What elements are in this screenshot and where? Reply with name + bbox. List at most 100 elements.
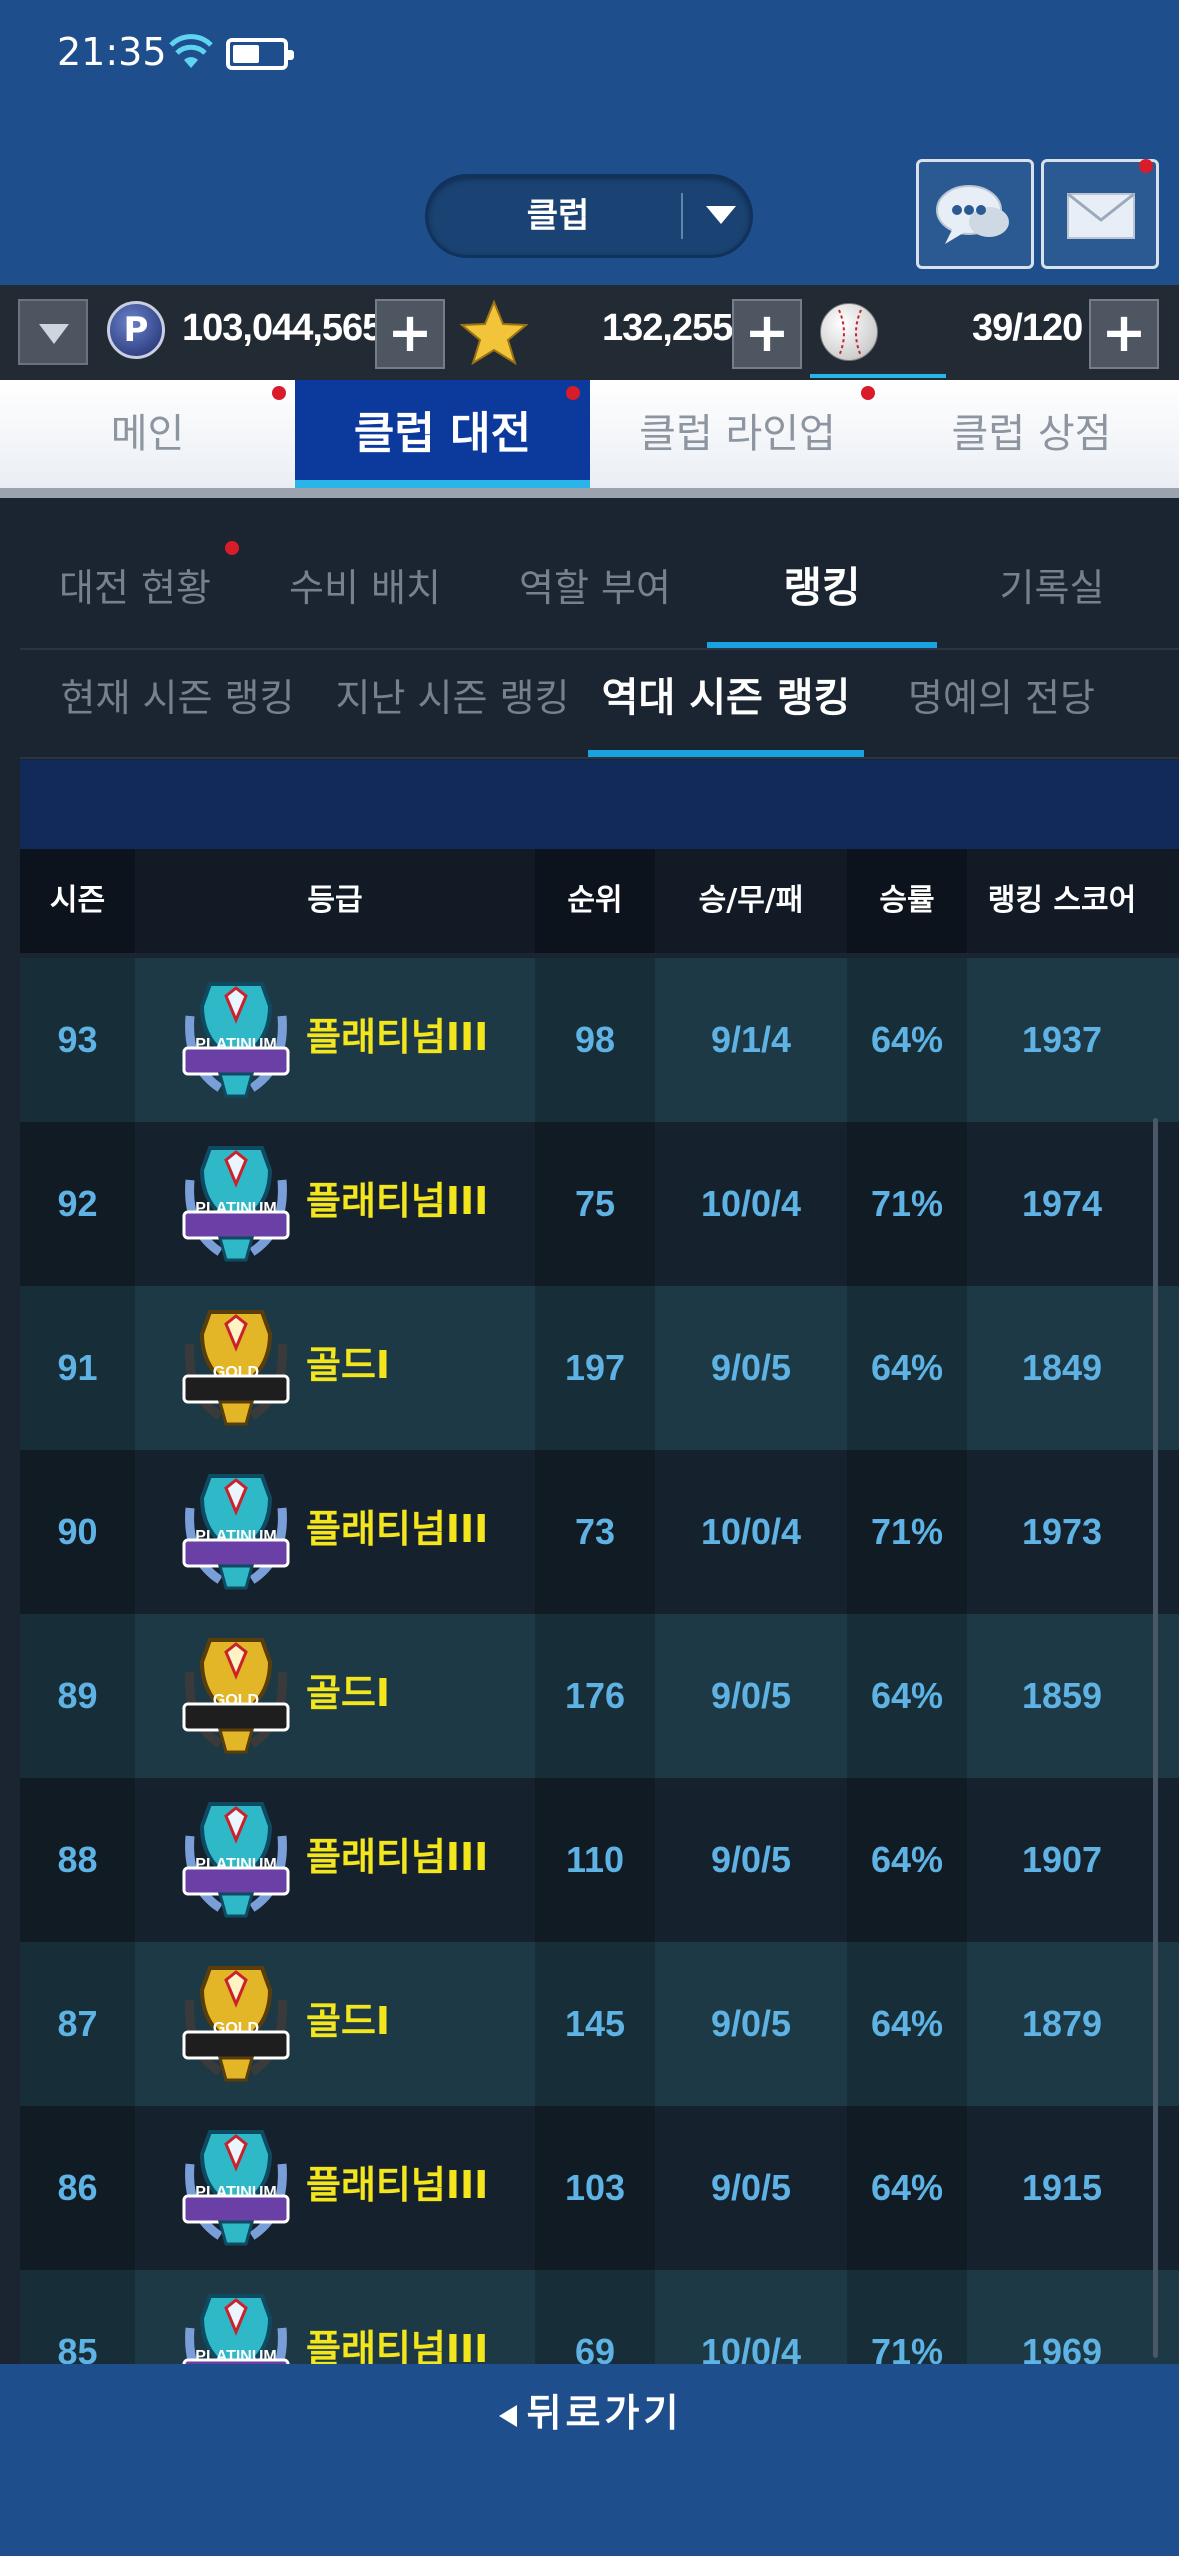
gold-emblem-icon: GOLD — [180, 1632, 292, 1760]
season-cell: 92 — [57, 1183, 98, 1224]
season-cell: 86 — [57, 2167, 98, 2208]
platinum-emblem-icon: PLATINUM — [180, 1140, 292, 1268]
ranking-score-cell: 1969 — [1021, 2331, 1103, 2364]
tab-club-battle[interactable]: 클럽 대전 — [295, 380, 590, 488]
tier-label: 골드I — [306, 1999, 391, 2043]
record-cell: 9/1/4 — [710, 1019, 792, 1060]
platinum-emblem-icon: PLATINUM — [180, 2124, 292, 2252]
star-icon — [459, 299, 529, 366]
tab-hall-of-fame[interactable]: 명예의 전당 — [864, 668, 1139, 758]
mail-button[interactable] — [1041, 159, 1159, 269]
subtab-records[interactable]: 기록실 — [937, 498, 1167, 648]
emblem-label: PLATINUM — [195, 1200, 277, 1217]
tier-label: 골드I — [306, 1671, 391, 1715]
emblem-label: PLATINUM — [195, 1528, 277, 1545]
table-scrollbar[interactable] — [1153, 1118, 1158, 2358]
subtab-role-assign[interactable]: 역할 부여 — [480, 498, 710, 648]
rank-cell: 176 — [564, 1675, 626, 1716]
tab-club-battle-notification-dot — [566, 386, 580, 400]
tab-main-label: 메인 — [110, 411, 185, 457]
add-balls-button[interactable]: + — [1089, 299, 1159, 369]
win-rate-cell: 71% — [870, 1183, 944, 1224]
table-row: 92 75 10/0/4 71% 1974 PLATINUM 플래티넘III — [20, 1122, 1179, 1286]
ranking-score-cell: 1849 — [1021, 1347, 1103, 1388]
table-row: 88 110 9/0/5 64% 1907 PLATINUM 플래티넘III — [20, 1778, 1179, 1942]
chat-button[interactable] — [916, 159, 1034, 269]
record-cell: 10/0/4 — [700, 1511, 802, 1552]
rank-cell: 73 — [574, 1511, 616, 1552]
record-cell: 9/0/5 — [710, 1675, 792, 1716]
tier-label: 플래티넘III — [306, 1015, 489, 1059]
table-row: 89 176 9/0/5 64% 1859 GOLD 골드I — [20, 1614, 1179, 1778]
club-select-dropdown[interactable]: 클럽 — [425, 174, 753, 258]
table-row: 87 145 9/0/5 64% 1879 GOLD 골드I — [20, 1942, 1179, 2106]
record-cell: 9/0/5 — [710, 2167, 792, 2208]
season-cell: 91 — [57, 1347, 98, 1388]
ranking-score-cell: 1859 — [1021, 1675, 1103, 1716]
ranking-table[interactable]: 93 98 9/1/4 64% 1937 PLATINUM 플래티넘III 92 75 10/0/… — [20, 958, 1179, 2364]
win-rate-cell: 64% — [870, 2003, 944, 2044]
tab-club-lineup-label: 클럽 라인업 — [639, 411, 836, 457]
header-win-rate: 승률 — [847, 849, 967, 953]
subtab-battle-status[interactable]: 대전 현황 — [20, 498, 250, 648]
header-season: 시즌 — [20, 849, 135, 953]
subtab-defense-placement[interactable]: 수비 배치 — [250, 498, 480, 648]
header-record: 승/무/패 — [698, 883, 804, 918]
table-header: 시즌 등급 순위 승/무/패 승률 랭킹 스코어 — [20, 849, 1179, 953]
tab-last-season-ranking[interactable]: 지난 시즌 랭킹 — [315, 668, 590, 758]
currency-bar: P 103,044,565 + 132,255 + 39/120 + — [0, 285, 1179, 380]
record-cell: 9/0/5 — [710, 1347, 792, 1388]
chat-icon — [936, 185, 1009, 244]
win-rate-cell: 64% — [870, 2167, 944, 2208]
tab-all-seasons-ranking[interactable]: 역대 시즌 랭킹 — [588, 668, 864, 758]
subtab-ranking[interactable]: 랭킹 — [707, 498, 937, 648]
emblem-label: GOLD — [212, 2020, 260, 2037]
rank-cell: 75 — [574, 1183, 616, 1224]
tab-current-season-ranking[interactable]: 현재 시즌 랭킹 — [40, 668, 315, 758]
club-battle-panel: 대전 현황 수비 배치 역할 부여 랭킹 기록실 현재 시즌 랭킹 지난 시즌 … — [0, 498, 1179, 2364]
tab-club-battle-label: 클럽 대전 — [353, 408, 532, 459]
add-points-button[interactable]: + — [375, 299, 445, 369]
back-button[interactable]: 뒤로가기 — [0, 2378, 1179, 2448]
win-rate-cell: 64% — [870, 1839, 944, 1880]
record-cell: 10/0/4 — [700, 1183, 802, 1224]
season-cell: 93 — [57, 1019, 98, 1060]
points-value: 103,044,565 — [182, 307, 383, 349]
win-rate-cell: 64% — [870, 1019, 944, 1060]
tier-label: 골드I — [306, 1343, 391, 1387]
header-ranking-score: 랭킹 스코어 — [987, 883, 1137, 918]
tab-club-shop[interactable]: 클럽 상점 — [884, 380, 1179, 488]
platinum-emblem-icon: PLATINUM — [180, 2288, 292, 2364]
tier-label: 플래티넘III — [306, 2163, 489, 2207]
add-stars-button[interactable]: + — [732, 299, 802, 369]
ranking-score-cell: 1879 — [1021, 2003, 1103, 2044]
rank-cell: 69 — [574, 2331, 616, 2364]
subtab-divider — [20, 648, 1179, 650]
ranking-tab-active-indicator — [588, 750, 864, 757]
club-select-label: 클럽 — [526, 196, 590, 236]
tab-main[interactable]: 메인 — [0, 380, 295, 488]
platinum-emblem-icon: PLATINUM — [180, 1468, 292, 1596]
win-rate-cell: 71% — [870, 1511, 944, 1552]
rank-cell: 145 — [564, 2003, 626, 2044]
emblem-label: GOLD — [212, 1692, 260, 1709]
season-cell: 90 — [57, 1511, 98, 1552]
record-cell: 9/0/5 — [710, 2003, 792, 2044]
win-rate-cell: 71% — [870, 2331, 944, 2364]
tier-label: 플래티넘III — [306, 1179, 489, 1223]
record-cell: 10/0/4 — [700, 2331, 802, 2364]
tab-main-notification-dot — [272, 386, 286, 400]
tab-club-lineup[interactable]: 클럽 라인업 — [590, 380, 885, 488]
table-row: 93 98 9/1/4 64% 1937 PLATINUM 플래티넘III — [20, 958, 1179, 1122]
platinum-emblem-icon: PLATINUM — [180, 976, 292, 1104]
header-tier: 등급 — [307, 883, 363, 918]
battery-icon — [226, 38, 294, 70]
tab-club-shop-label: 클럽 상점 — [951, 411, 1112, 457]
table-row: 91 197 9/0/5 64% 1849 GOLD 골드I — [20, 1286, 1179, 1450]
emblem-label: PLATINUM — [195, 2348, 277, 2364]
club-select-divider — [681, 193, 683, 239]
balls-progress-bar — [810, 374, 946, 378]
chevron-down-icon — [706, 206, 736, 224]
currency-expand-button[interactable] — [18, 299, 88, 365]
gold-emblem-icon: GOLD — [180, 1960, 292, 2088]
